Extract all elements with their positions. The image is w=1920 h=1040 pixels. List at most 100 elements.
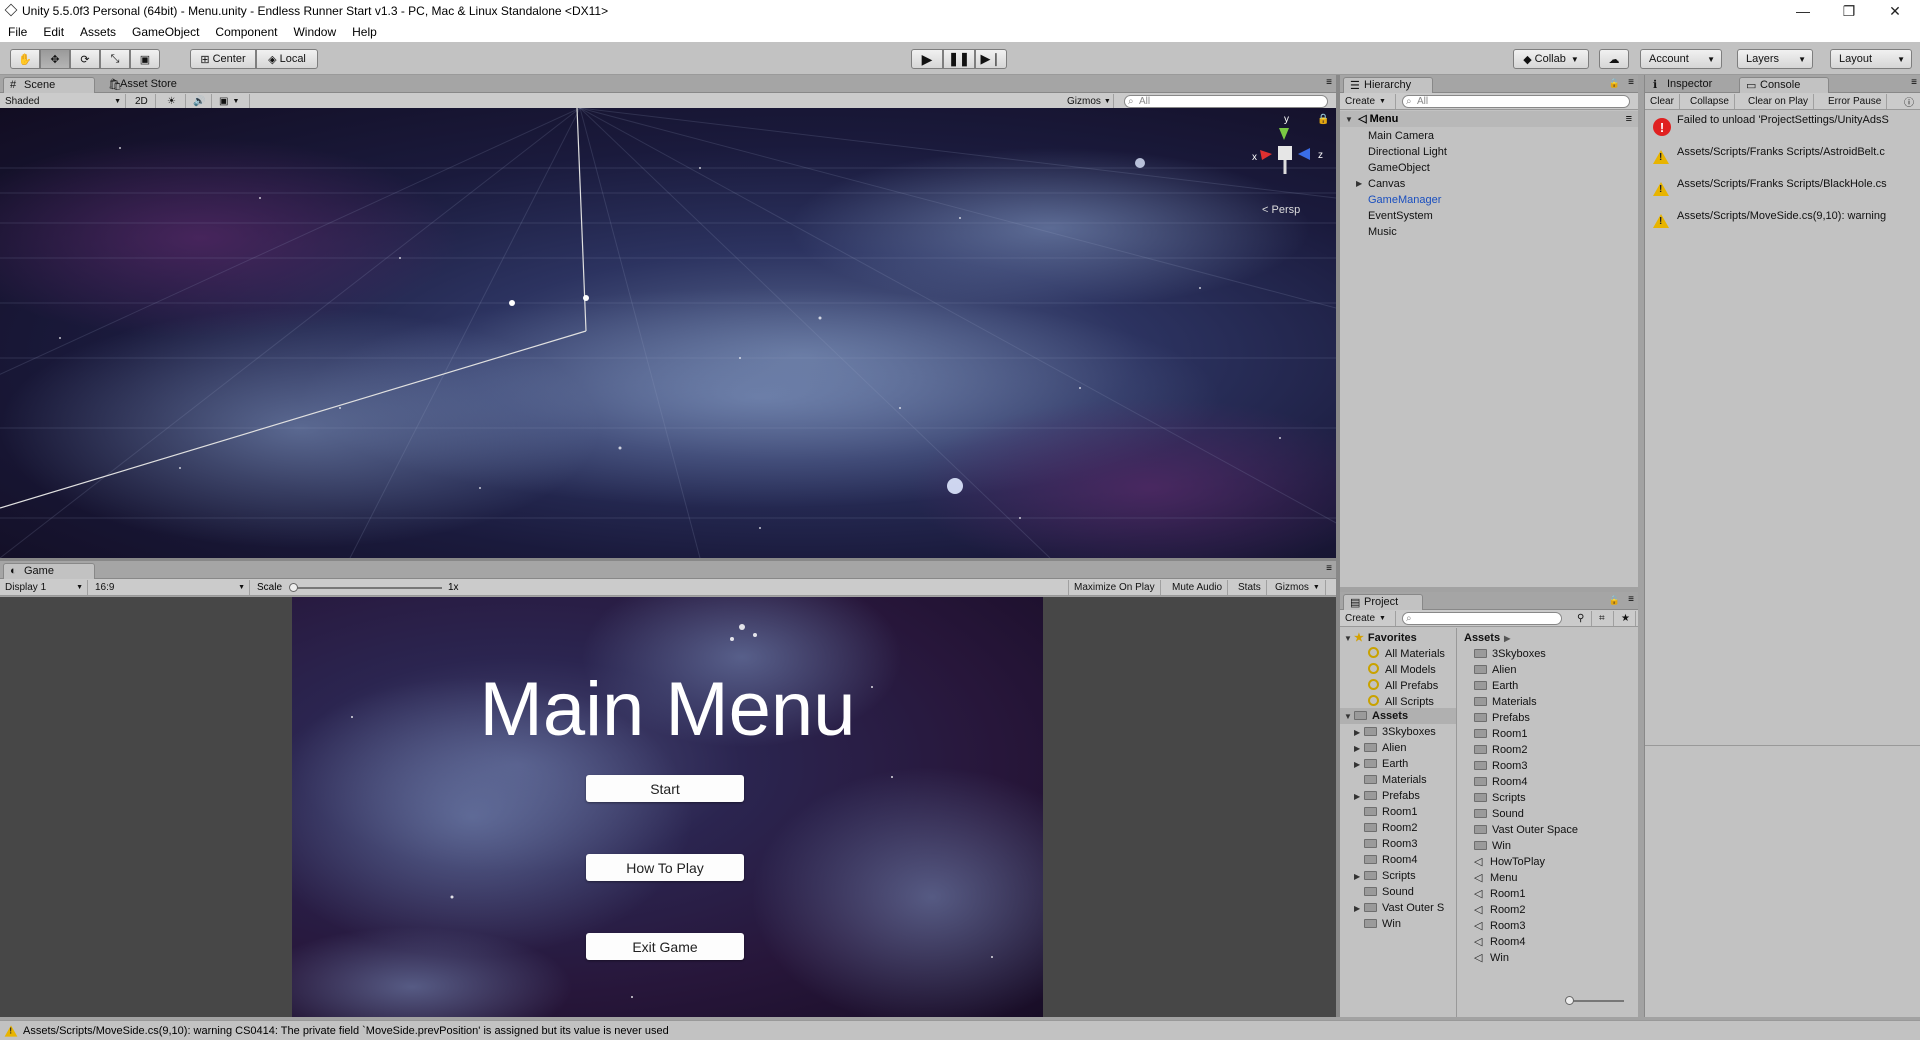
breadcrumb-assets[interactable]: Assets bbox=[1464, 632, 1500, 644]
cloud-button[interactable]: ☁ bbox=[1599, 49, 1629, 69]
hierarchy-scene-row[interactable]: ▼ ◁ Menu ≡ bbox=[1340, 111, 1638, 127]
exit-game-button[interactable]: Exit Game bbox=[586, 933, 744, 960]
project-tree-item[interactable]: Room2 bbox=[1354, 820, 1417, 836]
menu-edit[interactable]: Edit bbox=[35, 25, 72, 39]
scene-gizmos-dropdown[interactable]: Gizmos ▼ bbox=[1062, 94, 1114, 109]
project-content-item[interactable]: ◁ Room4 bbox=[1474, 934, 1525, 950]
project-tree-item[interactable]: ▶ Scripts bbox=[1354, 868, 1416, 884]
assets-tree-header[interactable]: ▼ Assets bbox=[1340, 708, 1456, 724]
2d-toggle[interactable]: 2D bbox=[130, 94, 156, 109]
expand-arrow-icon[interactable]: ▼ bbox=[1344, 631, 1354, 647]
console-entry[interactable]: Assets/Scripts/Franks Scripts/AstroidBel… bbox=[1645, 143, 1920, 175]
project-content-item[interactable]: ◁ Room2 bbox=[1474, 902, 1525, 918]
hierarchy-item[interactable]: Music bbox=[1368, 224, 1397, 240]
console-info-toggle[interactable]: ⓘ bbox=[1899, 94, 1919, 109]
menu-window[interactable]: Window bbox=[285, 25, 344, 39]
aspect-dropdown[interactable]: 16:9 ▼ bbox=[90, 580, 250, 595]
hierarchy-item[interactable]: Directional Light bbox=[1368, 144, 1447, 160]
filter-type-button[interactable]: ⚲ bbox=[1572, 611, 1592, 626]
project-content-item[interactable]: ◁ HowToPlay bbox=[1474, 854, 1545, 870]
project-tree-item[interactable]: ▶ Vast Outer S bbox=[1354, 900, 1444, 916]
clear-on-play-toggle[interactable]: Clear on Play bbox=[1743, 94, 1815, 109]
tab-asset-store[interactable]: 🛍 Asset Store bbox=[100, 77, 200, 93]
project-content-item[interactable]: Prefabs bbox=[1474, 710, 1530, 726]
project-tree-item[interactable]: Room1 bbox=[1354, 804, 1417, 820]
project-content-item[interactable]: ◁ Menu bbox=[1474, 870, 1518, 886]
project-search-input[interactable]: ⌕ bbox=[1402, 612, 1562, 625]
stats-toggle[interactable]: Stats bbox=[1233, 580, 1267, 595]
effects-dropdown[interactable]: ▣ ▼ bbox=[214, 94, 250, 109]
expand-arrow-icon[interactable]: ▶ bbox=[1354, 741, 1364, 757]
scale-slider[interactable] bbox=[289, 583, 442, 592]
favorites-header[interactable]: ▼ ★ Favorites bbox=[1344, 630, 1417, 646]
audio-toggle[interactable]: 🔊 bbox=[188, 94, 212, 109]
tab-console[interactable]: ▭ Console bbox=[1739, 77, 1829, 93]
menu-file[interactable]: File bbox=[0, 25, 35, 39]
start-button[interactable]: Start bbox=[586, 775, 744, 802]
console-clear-button[interactable]: Clear bbox=[1645, 94, 1680, 109]
expand-arrow-icon[interactable]: ▶ bbox=[1354, 757, 1364, 773]
scene-search-input[interactable]: ⌕ All bbox=[1124, 95, 1328, 108]
project-content-item[interactable]: Room3 bbox=[1474, 758, 1527, 774]
hierarchy-item[interactable]: GameObject bbox=[1368, 160, 1430, 176]
project-content-item[interactable]: Earth bbox=[1474, 678, 1518, 694]
project-tree-item[interactable]: ▶ Earth bbox=[1354, 756, 1408, 772]
console-entry[interactable]: Assets/Scripts/Franks Scripts/BlackHole.… bbox=[1645, 175, 1920, 207]
play-button[interactable]: ▶ bbox=[911, 49, 943, 69]
account-dropdown[interactable]: Account ▼ bbox=[1640, 49, 1722, 69]
scene-view[interactable]: y x z 🔒 < Persp bbox=[0, 108, 1336, 558]
icon-size-slider-thumb[interactable] bbox=[1565, 996, 1574, 1005]
expand-arrow-icon[interactable]: ▶ bbox=[1354, 725, 1364, 741]
project-tree-item[interactable]: ▶ Alien bbox=[1354, 740, 1406, 756]
persp-label[interactable]: < Persp bbox=[1262, 204, 1300, 216]
console-entry[interactable]: ! Failed to unload 'ProjectSettings/Unity… bbox=[1645, 111, 1920, 143]
project-content-item[interactable]: Sound bbox=[1474, 806, 1524, 822]
project-breadcrumb[interactable]: Assets ▶ bbox=[1464, 630, 1510, 646]
project-content-item[interactable]: Room2 bbox=[1474, 742, 1527, 758]
orientation-gizmo[interactable]: y x z bbox=[1252, 114, 1324, 188]
menu-component[interactable]: Component bbox=[207, 25, 285, 39]
project-tree-item[interactable]: Win bbox=[1354, 916, 1401, 932]
rect-tool-button[interactable]: ▣ bbox=[130, 49, 160, 69]
project-content-item[interactable]: Vast Outer Space bbox=[1474, 822, 1578, 838]
hierarchy-item[interactable]: Main Camera bbox=[1368, 128, 1434, 144]
error-pause-toggle[interactable]: Error Pause bbox=[1823, 94, 1888, 109]
collapse-toggle[interactable]: Collapse bbox=[1685, 94, 1735, 109]
display-dropdown[interactable]: Display 1 ▼ bbox=[0, 580, 88, 595]
expand-arrow-icon[interactable]: ▶ bbox=[1354, 869, 1364, 885]
menu-gameobject[interactable]: GameObject bbox=[124, 25, 207, 39]
project-content-item[interactable]: 3Skyboxes bbox=[1474, 646, 1546, 662]
project-content-item[interactable]: Win bbox=[1474, 838, 1511, 854]
project-content-item[interactable]: ◁ Room1 bbox=[1474, 886, 1525, 902]
tab-project[interactable]: ▤ Project bbox=[1343, 594, 1423, 610]
pivot-local-button[interactable]: ◈ Local bbox=[256, 49, 318, 69]
how-to-play-button[interactable]: How To Play bbox=[586, 854, 744, 881]
tab-hierarchy[interactable]: ☰ Hierarchy bbox=[1343, 77, 1433, 93]
close-button[interactable]: ✕ bbox=[1872, 0, 1918, 22]
panel-menu-icon[interactable]: ≡ bbox=[1628, 594, 1634, 605]
scale-slider-thumb[interactable] bbox=[289, 583, 298, 592]
project-create-dropdown[interactable]: Create ▼ bbox=[1340, 611, 1396, 626]
filter-label-button[interactable]: ⌗ bbox=[1594, 611, 1614, 626]
game-gizmos-dropdown[interactable]: Gizmos ▼ bbox=[1270, 580, 1326, 595]
hand-tool-button[interactable]: ✋ bbox=[10, 49, 40, 69]
project-content-item[interactable]: Scripts bbox=[1474, 790, 1526, 806]
hierarchy-create-dropdown[interactable]: Create ▼ bbox=[1340, 94, 1396, 109]
panel-menu-icon[interactable]: ≡ bbox=[1326, 77, 1332, 88]
layout-dropdown[interactable]: Layout ▼ bbox=[1830, 49, 1912, 69]
pivot-center-button[interactable]: ⊞ Center bbox=[190, 49, 256, 69]
icon-size-slider[interactable] bbox=[1565, 996, 1624, 1005]
rotate-tool-button[interactable]: ⟳ bbox=[70, 49, 100, 69]
favorite-button[interactable]: ★ bbox=[1616, 611, 1636, 626]
lock-icon[interactable]: 🔒 bbox=[1609, 78, 1620, 89]
favorite-item[interactable]: All Prefabs bbox=[1368, 678, 1438, 694]
console-detail-divider[interactable] bbox=[1645, 745, 1920, 746]
hierarchy-search-input[interactable]: ⌕ All bbox=[1402, 95, 1630, 108]
project-tree-item[interactable]: ▶ 3Skyboxes bbox=[1354, 724, 1436, 740]
favorite-item[interactable]: All Models bbox=[1368, 662, 1436, 678]
status-bar[interactable]: Assets/Scripts/MoveSide.cs(9,10): warnin… bbox=[0, 1020, 1920, 1040]
project-tree-item[interactable]: Materials bbox=[1354, 772, 1427, 788]
favorite-item[interactable]: All Materials bbox=[1368, 646, 1445, 662]
project-content-item[interactable]: Materials bbox=[1474, 694, 1537, 710]
project-tree-item[interactable]: Room3 bbox=[1354, 836, 1417, 852]
